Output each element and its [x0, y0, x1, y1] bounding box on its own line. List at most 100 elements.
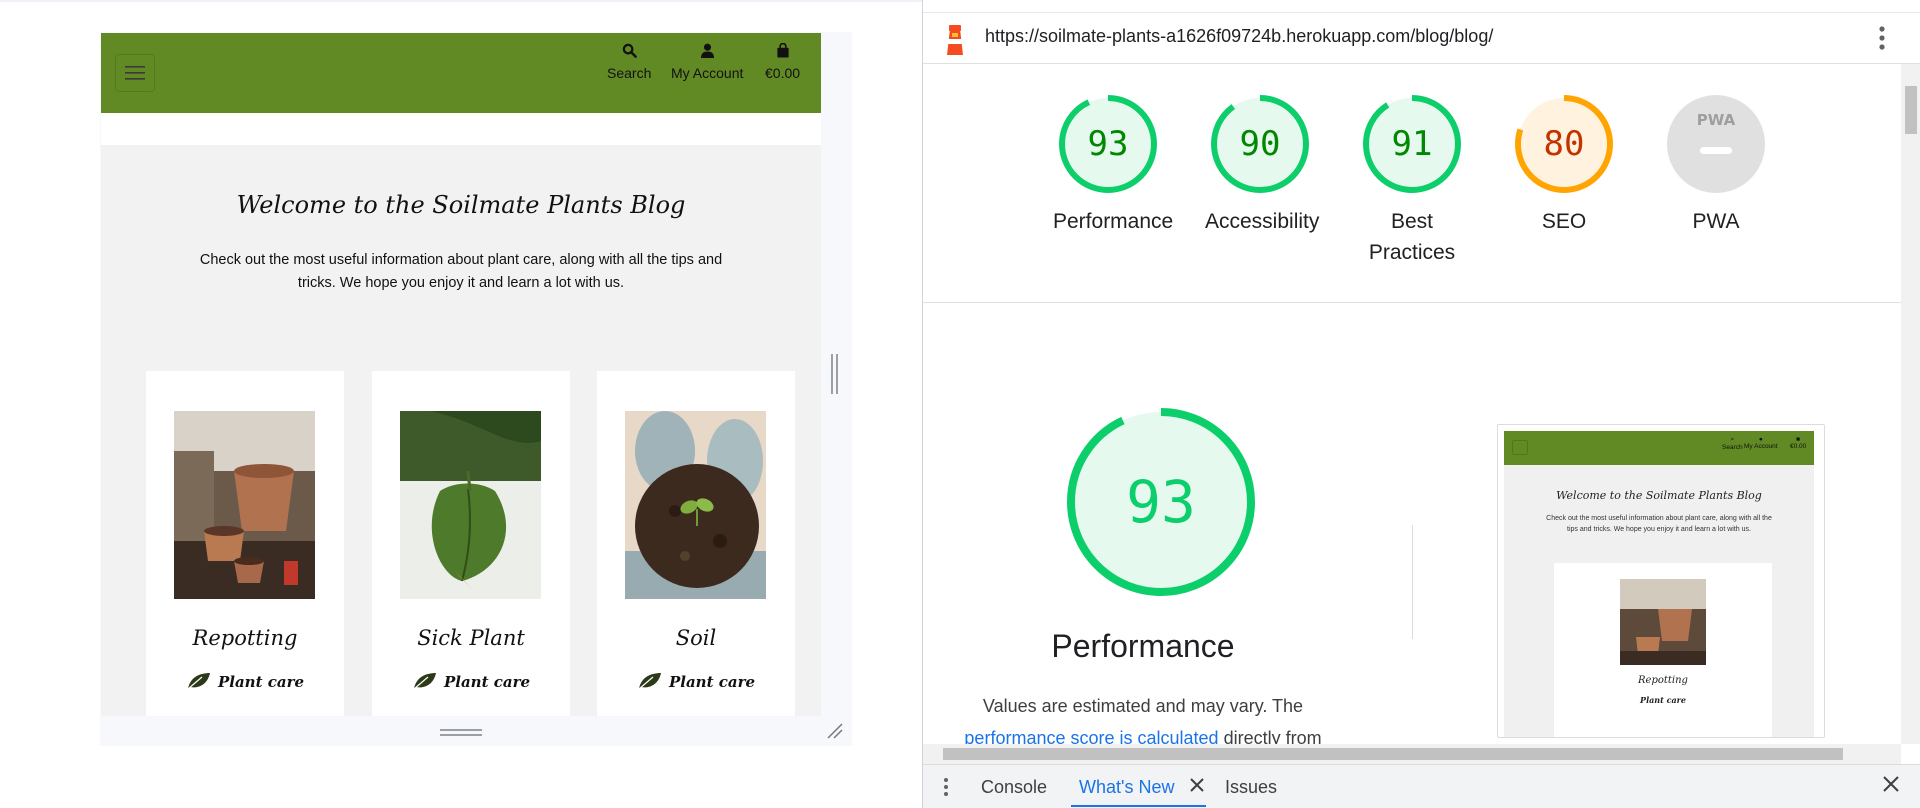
preview-width-resize-handle[interactable] — [831, 354, 839, 394]
final-screenshot-thumbnail[interactable]: ⌕ Search ● My Account ■ €0.00 Welcome to th… — [1497, 424, 1825, 738]
gauge-ring: 93 — [1059, 95, 1157, 193]
drawer-menu-button[interactable] — [943, 777, 949, 802]
devtools-drawer-tabbar: Console What's New Issues — [923, 764, 1920, 808]
blog-card-sick-plant[interactable]: Sick Plant Plant care — [372, 371, 570, 716]
close-icon — [1190, 778, 1204, 792]
large-gauge-score: 93 — [1126, 468, 1196, 536]
gauge-label: Accessibility — [1205, 210, 1320, 233]
report-menu-button[interactable] — [1878, 25, 1886, 51]
thumb-card-image — [1620, 579, 1706, 665]
card-title[interactable]: Repotting — [146, 626, 344, 650]
thumb-navbar: ⌕ Search ● My Account ■ €0.00 — [1504, 431, 1814, 465]
thumb-nav-account: ● My Account — [1744, 436, 1778, 450]
more-vert-icon — [944, 778, 948, 796]
gauge-score: 90 — [1240, 124, 1281, 164]
devtools-panel: https://soilmate-plants-a1626f09724b.her… — [922, 0, 1920, 808]
thumb-nav-search: ⌕ Search — [1722, 436, 1743, 451]
card-title[interactable]: Soil — [597, 626, 795, 650]
preview-top-border — [0, 0, 922, 2]
card-category[interactable]: Plant care — [146, 671, 344, 695]
gauge-ring: 90 — [1211, 95, 1309, 193]
corner-resize-handle[interactable] — [826, 722, 844, 745]
preview-height-resize-handle[interactable] — [440, 729, 482, 739]
gauge-score: 93 — [1088, 124, 1129, 164]
thumb-nav-account-label: My Account — [1744, 443, 1778, 450]
pwa-badge-icon: PWA — [1667, 95, 1765, 193]
leaf-icon — [637, 671, 663, 695]
card-category[interactable]: Plant care — [372, 671, 570, 695]
more-vert-icon — [1879, 26, 1885, 50]
card-category-label: Plant care — [668, 673, 756, 691]
blog-page-subtitle: Check out the most useful information ab… — [199, 252, 723, 291]
user-icon — [671, 43, 743, 65]
hamburger-icon — [125, 66, 145, 80]
section-divider — [923, 302, 1901, 303]
gauge-performance[interactable]: 93 Performance — [1053, 92, 1174, 237]
gauge-label: PWA — [1692, 210, 1740, 233]
thumb-nav-bag-label: €0.00 — [1790, 443, 1807, 450]
report-url[interactable]: https://soilmate-plants-a1626f09724b.her… — [985, 26, 1493, 47]
tab-console[interactable]: Console — [981, 777, 1047, 798]
sick-plant-image[interactable] — [400, 411, 541, 599]
gauge-best-practices[interactable]: 91 Best Practices — [1357, 92, 1467, 268]
horizontal-scroll-thumb[interactable] — [943, 748, 1843, 760]
thumb-card-title: Repotting — [1638, 675, 1688, 686]
lighthouse-icon — [941, 23, 969, 62]
blog-card-soil[interactable]: Soil Plant care — [597, 371, 795, 716]
search-icon — [607, 43, 651, 65]
repotting-image[interactable] — [174, 411, 315, 599]
card-category-label: Plant care — [443, 673, 531, 691]
close-tab-button[interactable] — [1190, 776, 1204, 797]
thumb-hamburger-icon — [1512, 440, 1528, 455]
gauge-seo[interactable]: 80 SEO — [1509, 92, 1619, 237]
device-preview-pane: Search My Account €0.00 Welcome to the S… — [0, 0, 922, 808]
gauge-accessibility[interactable]: 90 Accessibility — [1205, 92, 1320, 237]
blog-page-title: Welcome to the Soilmate Plants Blog — [236, 191, 686, 219]
hamburger-menu-button[interactable] — [115, 54, 155, 92]
thumb-card: Repotting Plant care — [1554, 563, 1772, 737]
thumb-title: Welcome to the Soilmate Plants Blog — [1556, 489, 1762, 502]
nav-search-label: Search — [607, 65, 652, 81]
site-navbar: Search My Account €0.00 — [101, 33, 821, 113]
nav-account-label: My Account — [671, 65, 744, 81]
card-title[interactable]: Sick Plant — [372, 626, 570, 650]
gauge-label: Best Practices — [1368, 210, 1456, 264]
pwa-badge-text: PWA — [1697, 111, 1736, 129]
thumb-body: Welcome to the Soilmate Plants Blog Chec… — [1504, 465, 1814, 737]
card-category-label: Plant care — [217, 673, 305, 691]
performance-heading: Performance — [1051, 628, 1235, 664]
performance-gauge-large: 93 — [1063, 404, 1259, 605]
shopping-bag-icon — [765, 42, 800, 65]
gauge-label: Performance — [1053, 210, 1174, 233]
thumb-nav-search-label: Search — [1722, 444, 1743, 451]
soil-image[interactable] — [625, 411, 766, 599]
leaf-icon — [186, 671, 212, 695]
nav-spacer — [101, 113, 821, 145]
gauge-pwa[interactable]: PWA PWA — [1661, 92, 1771, 237]
close-drawer-button[interactable] — [1883, 776, 1899, 797]
gauge-score: 80 — [1544, 124, 1585, 164]
gauge-ring: 93 — [1067, 408, 1255, 596]
vertical-scrollbar[interactable] — [1901, 64, 1920, 744]
thumb-nav-bag: ■ €0.00 — [1790, 436, 1807, 450]
vertical-divider — [1412, 525, 1413, 639]
gauge-ring: 91 — [1363, 95, 1461, 193]
gauge-ring: 80 — [1515, 95, 1613, 193]
gauge-score: 91 — [1392, 124, 1433, 164]
device-viewport: Search My Account €0.00 Welcome to the S… — [101, 33, 821, 716]
horizontal-scrollbar[interactable] — [923, 744, 1901, 764]
vertical-scroll-thumb[interactable] — [1905, 86, 1917, 134]
report-url-bar: https://soilmate-plants-a1626f09724b.her… — [923, 12, 1920, 64]
nav-account-button[interactable]: My Account — [671, 43, 743, 81]
tab-whats-new[interactable]: What's New — [1079, 777, 1174, 798]
thumb-card-category: Plant care — [1640, 695, 1686, 705]
card-category[interactable]: Plant care — [597, 671, 795, 695]
blog-card-repotting[interactable]: Repotting Plant care — [146, 371, 344, 716]
nav-bag-button[interactable]: €0.00 — [765, 42, 801, 81]
gauge-label: SEO — [1541, 210, 1587, 233]
close-icon — [1883, 776, 1899, 792]
active-tab-indicator — [1071, 805, 1206, 807]
nav-search-button[interactable]: Search — [607, 43, 651, 81]
tab-issues[interactable]: Issues — [1225, 777, 1277, 798]
nav-bag-total: €0.00 — [765, 65, 801, 81]
